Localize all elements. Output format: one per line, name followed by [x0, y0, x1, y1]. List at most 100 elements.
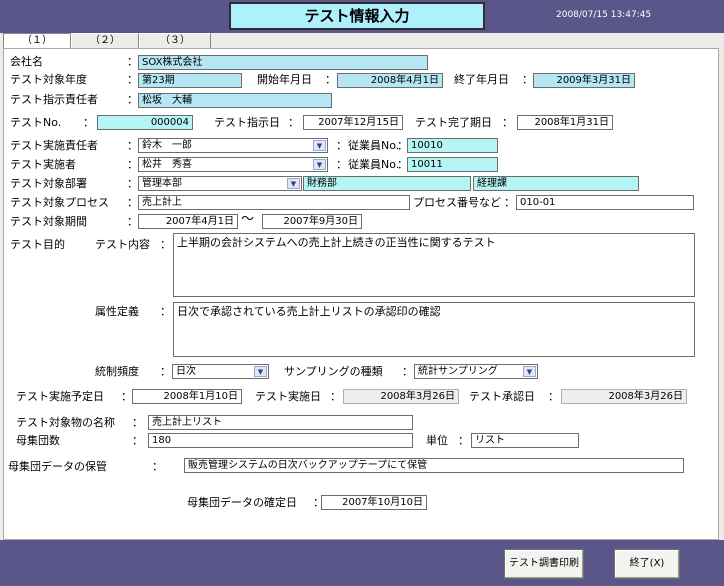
executor-lead-employee-no[interactable]: 10010: [407, 138, 498, 153]
planned-date-label: テスト実施予定日: [16, 390, 104, 403]
executor-value: 松井 秀喜: [142, 159, 192, 170]
instruction-date-label: テスト指示日: [214, 116, 280, 129]
colon: ：: [121, 390, 132, 403]
sampling-dropdown[interactable]: 統計サンプリング ▼: [414, 364, 538, 379]
department-dropdown[interactable]: 管理本部 ▼: [138, 176, 302, 191]
chevron-down-icon[interactable]: ▼: [287, 178, 300, 189]
frequency-dropdown[interactable]: 日次 ▼: [172, 364, 269, 379]
section-field[interactable]: 経理課: [473, 176, 639, 191]
object-name-label: テスト対象物の名称: [16, 416, 115, 429]
sampling-value: 統計サンプリング: [418, 366, 498, 377]
colon: ：: [458, 434, 469, 447]
content-textarea[interactable]: 上半期の会計システムへの売上計上続きの正当性に関するテスト: [173, 233, 695, 297]
planned-date-field[interactable]: 2008年1月10日: [132, 389, 242, 404]
colon: ：: [504, 196, 515, 209]
executor-employee-no[interactable]: 10011: [407, 157, 498, 172]
company-field[interactable]: SOX株式会社: [138, 55, 428, 70]
colon: ：: [336, 139, 347, 152]
chevron-down-icon[interactable]: ▼: [254, 366, 267, 377]
process-field[interactable]: 売上計上: [138, 195, 410, 210]
fiscal-year-label: テスト対象年度: [10, 73, 87, 86]
timestamp: 2008/07/15 13:47:45: [556, 10, 652, 20]
data-storage-field[interactable]: 販売管理システムの日次バックアップテープにて保管: [184, 458, 684, 473]
period-to-field[interactable]: 2007年9月30日: [262, 214, 362, 229]
form-title: テスト情報入力: [229, 2, 485, 30]
completion-due-field[interactable]: 2008年1月31日: [517, 115, 613, 130]
colon: ：: [83, 116, 94, 129]
colon: ：: [548, 390, 559, 403]
department-label: テスト対象部署: [10, 177, 87, 190]
colon: ：: [522, 73, 533, 86]
colon: ：: [127, 215, 138, 228]
content-label: テスト内容: [95, 238, 150, 251]
tab-1[interactable]: （１）: [3, 33, 71, 49]
colon: ：: [160, 238, 171, 251]
executor-lead-dropdown[interactable]: 鈴木 一郎 ▼: [138, 138, 328, 153]
executor-label: テスト実施者: [10, 158, 76, 171]
colon: ：: [127, 158, 138, 171]
unit-field[interactable]: リスト: [471, 433, 579, 448]
company-label: 会社名: [10, 55, 43, 68]
sampling-label: サンプリングの種類: [284, 365, 383, 378]
colon: ：: [160, 305, 171, 318]
confirm-date-label: 母集団データの確定日: [187, 496, 297, 509]
colon: ：: [127, 139, 138, 152]
chevron-down-icon[interactable]: ▼: [313, 159, 326, 170]
tab-3[interactable]: （３）: [139, 33, 211, 48]
process-no-field[interactable]: 010-01: [516, 195, 694, 210]
unit-label: 単位: [426, 434, 448, 447]
executor-lead-label: テスト実施責任者: [10, 139, 98, 152]
start-date-field[interactable]: 2008年4月1日: [337, 73, 443, 88]
employee-no-label: 従業員No.: [348, 158, 400, 171]
employee-no-label: 従業員No.: [348, 139, 400, 152]
process-label: テスト対象プロセス: [10, 196, 109, 209]
colon: ：: [127, 55, 138, 68]
confirm-date-field[interactable]: 2007年10月10日: [321, 495, 427, 510]
print-report-button[interactable]: テスト調書印刷: [504, 549, 584, 579]
process-no-label: プロセス番号など: [413, 196, 501, 209]
colon: ：: [127, 73, 138, 86]
instructor-field[interactable]: 松坂 大輔: [138, 93, 332, 108]
colon: ：: [127, 93, 138, 106]
colon: ：: [127, 196, 138, 209]
approval-date-label: テスト承認日: [469, 390, 535, 403]
attribute-label: 属性定義: [95, 305, 139, 318]
division-field[interactable]: 財務部: [303, 176, 471, 191]
population-field[interactable]: 180: [148, 433, 413, 448]
colon: ：: [152, 460, 163, 473]
end-date-field[interactable]: 2009年3月31日: [533, 73, 635, 88]
tab-2[interactable]: （２）: [71, 33, 139, 48]
colon: ：: [132, 416, 143, 429]
execution-date-label: テスト実施日: [255, 390, 321, 403]
colon: ：: [127, 177, 138, 190]
period-label: テスト対象期間: [10, 215, 87, 228]
colon: ：: [330, 390, 341, 403]
colon: ：: [160, 365, 171, 378]
approval-date-field: 2008年3月26日: [561, 389, 687, 404]
execution-date-field: 2008年3月26日: [343, 389, 459, 404]
period-separator: 〜: [241, 212, 255, 227]
exit-button[interactable]: 終了(X): [614, 549, 680, 579]
object-name-field[interactable]: 売上計上リスト: [148, 415, 413, 430]
colon: ：: [336, 158, 347, 171]
department-value: 管理本部: [142, 178, 182, 189]
instruction-date-field[interactable]: 2007年12月15日: [303, 115, 403, 130]
chevron-down-icon[interactable]: ▼: [523, 366, 536, 377]
colon: ：: [502, 116, 513, 129]
instructor-label: テスト指示責任者: [10, 93, 98, 106]
executor-lead-value: 鈴木 一郎: [142, 140, 192, 151]
fiscal-year-field[interactable]: 第23期: [138, 73, 242, 88]
test-no-field[interactable]: 000004: [97, 115, 193, 130]
data-storage-label: 母集団データの保管: [8, 460, 107, 473]
end-date-label: 終了年月日: [454, 73, 509, 86]
purpose-label: テスト目的: [10, 238, 65, 251]
frequency-value: 日次: [176, 366, 196, 377]
chevron-down-icon[interactable]: ▼: [313, 140, 326, 151]
start-date-label: 開始年月日: [257, 73, 312, 86]
frequency-label: 統制頻度: [95, 365, 139, 378]
attribute-textarea[interactable]: 日次で承認されている売上計上リストの承認印の確認: [173, 302, 695, 357]
period-from-field[interactable]: 2007年4月1日: [138, 214, 238, 229]
executor-dropdown[interactable]: 松井 秀喜 ▼: [138, 157, 328, 172]
colon: ：: [288, 116, 299, 129]
colon: ：: [132, 434, 143, 447]
